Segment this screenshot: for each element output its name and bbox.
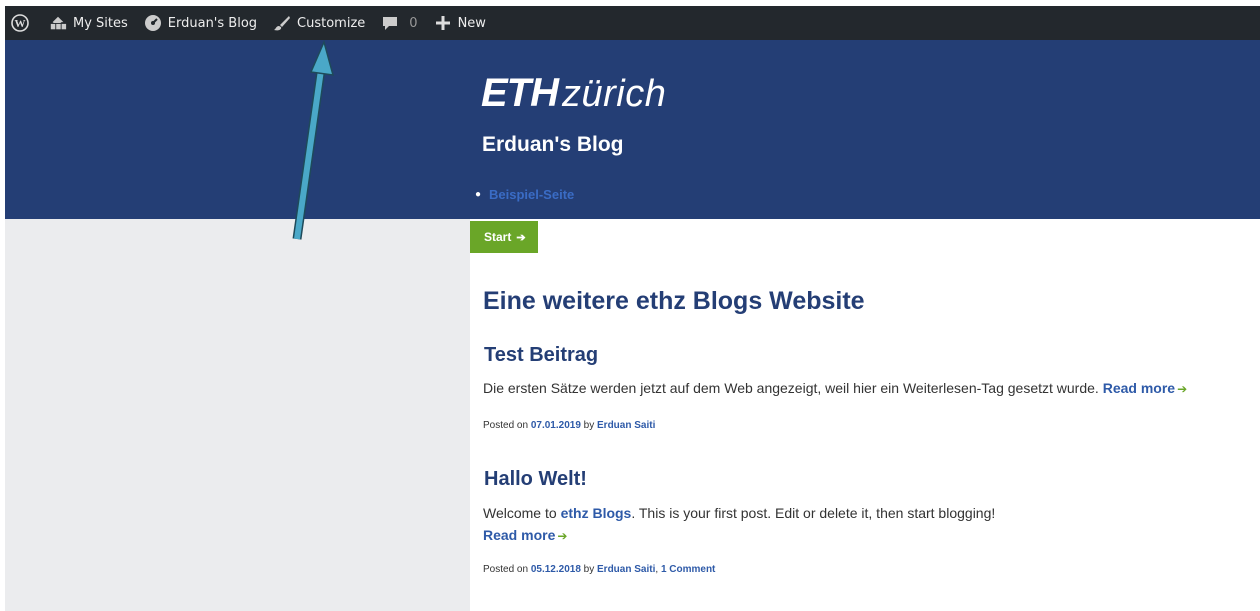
nav-item-beispiel-seite: ● Beispiel-Seite (475, 187, 574, 202)
post-excerpt-prefix: Welcome to (483, 505, 557, 521)
post-excerpt-suffix: . This is your first post. Edit or delet… (631, 505, 996, 521)
wordpress-icon: W (11, 14, 29, 32)
read-more-link[interactable]: Read more (483, 527, 555, 543)
page-title: Eine weitere ethz Blogs Website (483, 287, 865, 315)
comments-count: 0 (409, 15, 418, 31)
post-excerpt-text: Die ersten Sätze werden jetzt auf dem We… (483, 380, 1099, 396)
site-name-label: Erduan's Blog (167, 15, 258, 31)
wordpress-logo-button[interactable]: W (5, 6, 41, 40)
site-header: ETH zürich Erduan's Blog ● Beispiel-Seit… (5, 40, 1260, 219)
browser-viewport: W My Sites Erduan's Blog Customize 0 New… (5, 6, 1260, 611)
read-more-row: Read more ➔ (483, 527, 567, 543)
my-sites-menu[interactable]: My Sites (41, 6, 136, 40)
plus-icon (434, 14, 452, 32)
read-more-link[interactable]: Read more (1103, 380, 1175, 396)
comments-button[interactable]: 0 (373, 6, 425, 40)
comments-link[interactable]: 1 Comment (661, 564, 715, 575)
posted-on-label: Posted on (483, 564, 529, 575)
site-title[interactable]: Erduan's Blog (482, 133, 624, 157)
brush-icon (273, 14, 291, 32)
post-meta: Posted on 05.12.2018 by Erduan Saiti, 1 … (483, 564, 715, 575)
my-sites-icon (49, 14, 67, 32)
posted-on-label: Posted on (483, 420, 529, 431)
post-date-link[interactable]: 07.01.2019 (531, 420, 581, 431)
my-sites-label: My Sites (73, 15, 128, 31)
logo-eth-text: ETH (481, 71, 559, 115)
customize-button[interactable]: Customize (265, 6, 373, 40)
post-excerpt: Welcome to ethz Blogs. This is your firs… (483, 505, 995, 521)
by-label: by (583, 564, 595, 575)
post-title-test-beitrag[interactable]: Test Beitrag (484, 344, 598, 367)
wp-admin-bar: W My Sites Erduan's Blog Customize 0 New (5, 6, 1260, 40)
ethz-blogs-link[interactable]: ethz Blogs (561, 505, 632, 521)
customize-label: Customize (297, 15, 366, 31)
author-link[interactable]: Erduan Saiti (597, 564, 655, 575)
site-name-menu[interactable]: Erduan's Blog (136, 6, 265, 40)
post-title-hallo-welt[interactable]: Hallo Welt! (484, 468, 587, 491)
svg-text:W: W (15, 18, 26, 30)
bullet-icon: ● (475, 189, 482, 200)
comment-icon (381, 14, 399, 32)
post-meta: Posted on 07.01.2019 by Erduan Saiti (483, 420, 655, 431)
arrow-right-icon: ➔ (1177, 382, 1188, 396)
breadcrumb-start-label: Start (484, 230, 512, 244)
post-date-link[interactable]: 05.12.2018 (531, 564, 581, 575)
logo-zurich-text: zürich (562, 73, 667, 115)
by-label: by (583, 420, 595, 431)
left-sidebar-area (5, 219, 470, 611)
dashboard-icon (144, 14, 162, 32)
new-label: New (457, 15, 486, 31)
breadcrumb-start[interactable]: Start ➔ (470, 221, 538, 253)
arrow-right-icon: ➔ (516, 231, 526, 244)
arrow-right-icon: ➔ (557, 529, 568, 543)
author-link[interactable]: Erduan Saiti (597, 420, 655, 431)
eth-zurich-logo[interactable]: ETH zürich (481, 71, 666, 116)
nav-link-beispiel-seite[interactable]: Beispiel-Seite (489, 187, 574, 202)
main-content: Start ➔ Eine weitere ethz Blogs Website … (470, 219, 1260, 611)
post-excerpt: Die ersten Sätze werden jetzt auf dem We… (483, 380, 1187, 396)
new-content-button[interactable]: New (426, 6, 494, 40)
